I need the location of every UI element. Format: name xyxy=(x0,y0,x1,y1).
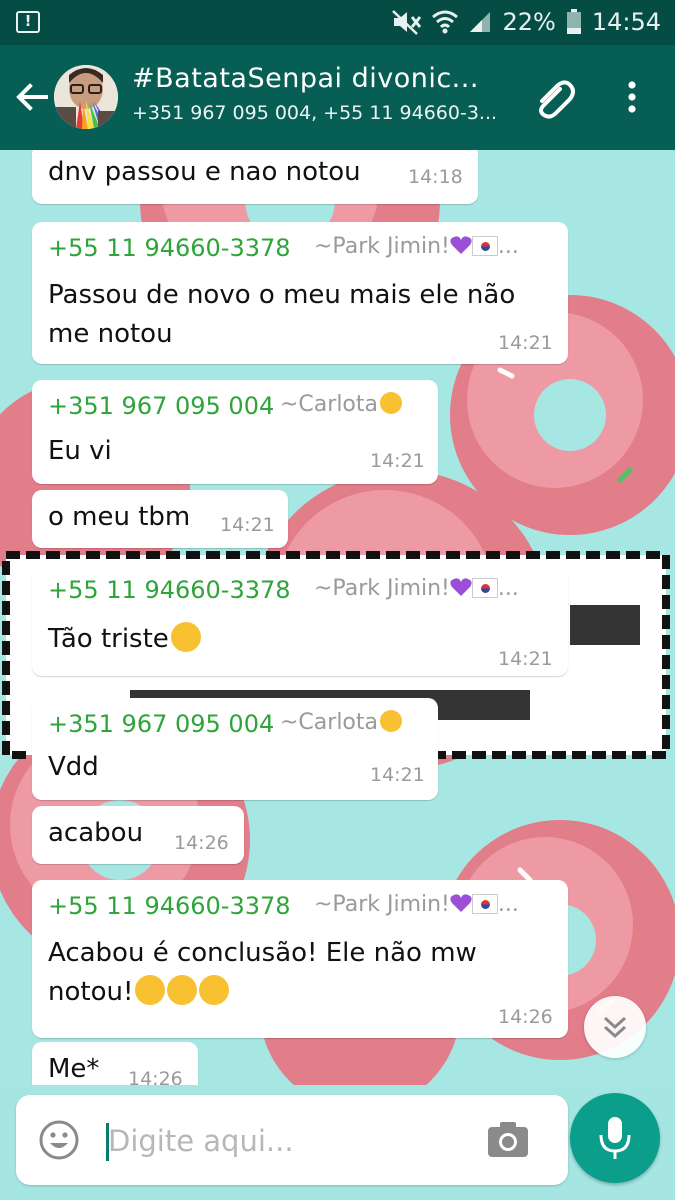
message-text: o meu tbm xyxy=(48,502,191,532)
wifi-icon xyxy=(432,10,459,34)
sender-number[interactable]: +351 967 095 004 xyxy=(48,392,274,420)
message-time: 14:21 xyxy=(370,450,425,472)
sender-number[interactable]: +55 11 94660-3378 xyxy=(48,576,291,604)
back-arrow-icon[interactable] xyxy=(12,77,52,117)
message-time: 14:26 xyxy=(498,1006,553,1028)
message-time: 14:21 xyxy=(498,648,553,670)
emoji-icon[interactable] xyxy=(38,1119,80,1161)
purple-heart-icon xyxy=(450,894,472,912)
message-text: Tão triste xyxy=(48,620,201,659)
sender-alias: ~Carlota xyxy=(280,392,403,417)
message-bubble[interactable]: dnv passou e nao notou 14:18 xyxy=(32,150,478,204)
message-text: Passou de novo o meu mais ele não me not… xyxy=(48,280,516,349)
sweat-smile-emoji-icon xyxy=(380,710,403,732)
group-avatar[interactable] xyxy=(54,65,118,129)
message-text: acabou xyxy=(48,818,144,848)
sender-number[interactable]: +351 967 095 004 xyxy=(48,710,274,738)
scroll-to-bottom-button[interactable] xyxy=(584,996,646,1058)
microphone-icon xyxy=(599,1117,631,1159)
message-time: 14:21 xyxy=(220,514,275,536)
sender-number[interactable]: +55 11 94660-3378 xyxy=(48,892,291,920)
message-bubble[interactable]: +351 967 095 004 ~Carlota Eu vi 14:21 xyxy=(32,380,438,484)
wink-emoji-icon xyxy=(135,975,166,1005)
sender-alias: ~Park Jimin!... xyxy=(314,234,519,259)
message-bubble[interactable]: +55 11 94660-3378 ~Park Jimin!... Acabou… xyxy=(32,880,568,1038)
voice-message-button[interactable] xyxy=(570,1093,660,1183)
purple-heart-icon xyxy=(450,236,472,254)
clock: 14:54 xyxy=(591,8,661,36)
message-bubble[interactable]: +55 11 94660-3378 ~Park Jimin!... Passou… xyxy=(32,222,568,364)
chat-header: #BatataSenpai divonic... +351 967 095 00… xyxy=(0,45,675,150)
double-chevron-down-icon xyxy=(603,1016,627,1039)
battery-icon xyxy=(566,9,581,34)
composer-bar xyxy=(0,1085,675,1200)
message-time: 14:21 xyxy=(370,764,425,786)
message-bubble[interactable]: o meu tbm 14:21 xyxy=(32,490,288,548)
purple-heart-icon xyxy=(450,578,472,596)
camera-icon[interactable] xyxy=(486,1119,530,1159)
message-bubble[interactable]: Me* 14:26 xyxy=(32,1042,198,1085)
message-bubble[interactable]: +351 967 095 004 ~Carlota Vdd 14:21 xyxy=(32,698,438,800)
sender-number[interactable]: +55 11 94660-3378 xyxy=(48,234,291,262)
sweat-smile-emoji-icon xyxy=(380,392,403,414)
sender-alias: ~Carlota xyxy=(280,710,403,735)
sender-alias: ~Park Jimin!... xyxy=(314,576,519,601)
message-time: 14:21 xyxy=(498,332,553,354)
frown-emoji-icon xyxy=(199,975,230,1005)
korea-flag-icon xyxy=(471,578,498,598)
chat-title[interactable]: #BatataSenpai divonic... xyxy=(132,63,512,94)
sad-face-emoji-icon xyxy=(170,622,201,652)
message-text: Acabou é conclusão! Ele não mw notou! xyxy=(48,938,477,1007)
chat-participants[interactable]: +351 967 095 004, +55 11 94660-3... xyxy=(132,102,512,124)
battery-percentage: 22% xyxy=(502,8,556,36)
korea-flag-icon xyxy=(471,236,498,256)
more-options-icon[interactable] xyxy=(620,77,644,117)
message-time: 14:26 xyxy=(174,832,229,854)
message-time: 14:18 xyxy=(408,166,463,188)
status-bar: ! 22% 14:54 xyxy=(0,0,675,45)
message-bubble[interactable]: acabou 14:26 xyxy=(32,806,244,864)
alert-icon: ! xyxy=(16,11,40,33)
message-text: Eu vi xyxy=(48,436,112,466)
message-text: Vdd xyxy=(48,752,99,782)
mute-icon xyxy=(392,10,422,35)
signal-icon xyxy=(470,12,491,32)
attach-icon[interactable] xyxy=(530,75,578,123)
korea-flag-icon xyxy=(471,894,498,914)
message-text: dnv passou e nao notou xyxy=(48,157,361,187)
message-time: 14:26 xyxy=(128,1068,183,1085)
sender-alias: ~Park Jimin!... xyxy=(314,892,519,917)
message-text: Me* xyxy=(48,1054,100,1084)
tears-of-joy-emoji-icon xyxy=(167,975,198,1005)
message-bubble[interactable]: +55 11 94660-3378 ~Park Jimin!... Tão tr… xyxy=(32,564,568,676)
message-composer[interactable] xyxy=(16,1095,568,1185)
message-input[interactable] xyxy=(108,1119,458,1163)
message-list[interactable]: dnv passou e nao notou 14:18 +55 11 9466… xyxy=(0,150,675,1085)
avatar-image xyxy=(54,65,118,129)
